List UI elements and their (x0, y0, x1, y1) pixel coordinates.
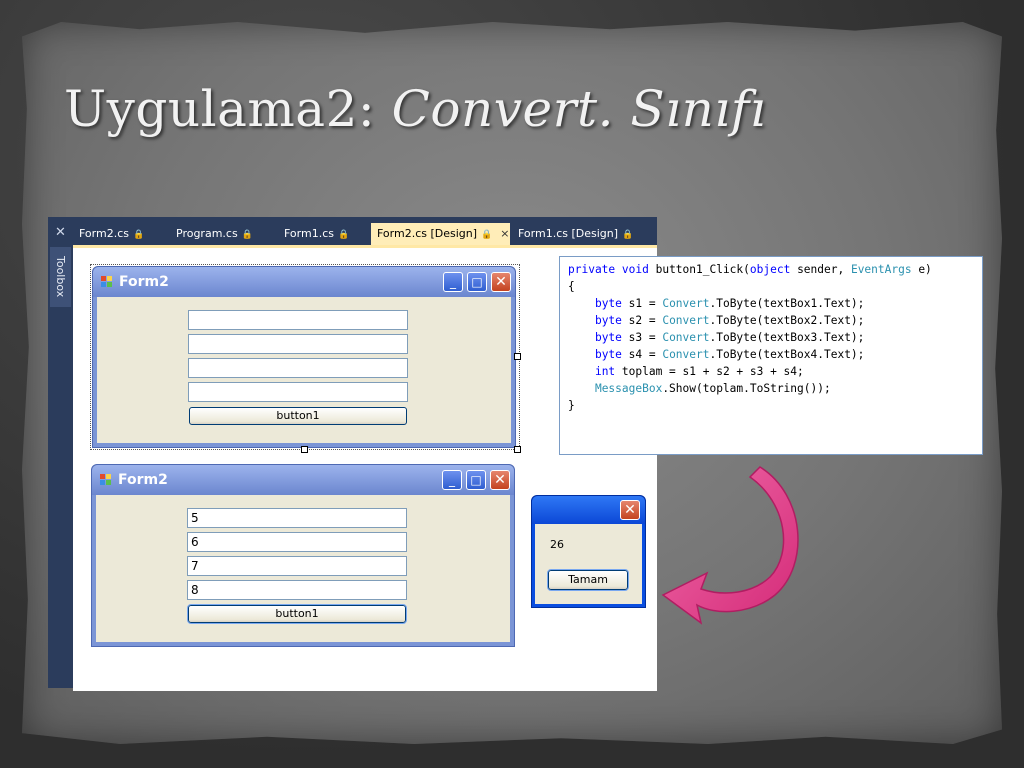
code-line: byte s1 = Convert.ToByte(textBox1.Text); (594, 297, 865, 310)
toolbox-icon[interactable]: ✕ (52, 225, 69, 242)
code-snippet: private void button1_Click(object sender… (559, 256, 983, 455)
textbox-3[interactable] (188, 358, 408, 378)
form-app-icon (101, 276, 113, 288)
code-line: { (568, 280, 575, 293)
code-line: byte s4 = Convert.ToByte(textBox4.Text); (594, 348, 865, 361)
button1[interactable]: button1 (189, 407, 407, 425)
message-text: 26 (550, 538, 564, 551)
form-titlebar[interactable]: Form2 _ □ ✕ (92, 465, 514, 495)
tab-label: Form2.cs [Design] (377, 227, 478, 240)
code-line: } (568, 399, 575, 412)
close-button[interactable]: ✕ (620, 500, 640, 520)
maximize-button[interactable]: □ (467, 272, 487, 292)
textbox-2[interactable] (188, 334, 408, 354)
resize-handle-right[interactable] (514, 353, 521, 360)
message-box-titlebar[interactable]: ✕ (532, 496, 645, 524)
tab-label: Program.cs (176, 227, 238, 240)
tab-label: Form2.cs (79, 227, 129, 240)
code-line: private void button1_Click(object sender… (568, 263, 932, 276)
tab-label: Form1.cs (284, 227, 334, 240)
lock-icon: 🔒 (241, 230, 253, 240)
form-client-area: button1 (97, 297, 511, 443)
code-line: int toplam = s1 + s2 + s3 + s4; (594, 365, 804, 378)
textbox-4[interactable]: 8 (187, 580, 407, 600)
toolbox-tab[interactable]: Toolbox (50, 247, 71, 307)
tab-program-cs[interactable]: Program.cs 🔒 (170, 223, 276, 245)
runtime-form-window[interactable]: Form2 _ □ ✕ 5 6 7 8 button1 (91, 464, 515, 647)
minimize-button[interactable]: _ (443, 272, 463, 292)
form-title: Form2 (119, 274, 169, 290)
tab-form1-cs[interactable]: Form1.cs 🔒 (278, 223, 369, 245)
resize-handle-corner[interactable] (514, 446, 521, 453)
textbox-3[interactable]: 7 (187, 556, 407, 576)
form-titlebar[interactable]: Form2 _ □ ✕ (93, 267, 515, 297)
tab-label: Form1.cs [Design] (518, 227, 619, 240)
lock-icon: 🔒 (132, 230, 145, 240)
textbox-1[interactable]: 5 (187, 508, 407, 528)
code-line: byte s3 = Convert.ToByte(textBox3.Text); (594, 331, 865, 344)
lock-icon: 🔒 (622, 230, 634, 240)
lock-icon: 🔒 (481, 230, 493, 240)
tab-form2-cs[interactable]: Form2.cs 🔒 (73, 223, 168, 245)
ok-button[interactable]: Tamam (547, 569, 629, 591)
resize-handle-bottom[interactable] (301, 446, 308, 453)
textbox-4[interactable] (188, 382, 408, 402)
code-line: MessageBox.Show(toplam.ToString()); (594, 382, 831, 395)
textbox-1[interactable] (188, 310, 408, 330)
document-tab-bar: Form2.cs 🔒 Program.cs 🔒 Form1.cs 🔒 Form2.cs… (73, 217, 657, 245)
close-button[interactable]: ✕ (490, 470, 510, 490)
design-form-window[interactable]: Form2 _ □ ✕ button1 (92, 266, 516, 448)
curved-arrow-icon (661, 466, 799, 625)
textbox-2[interactable]: 6 (187, 532, 407, 552)
close-tab-icon[interactable]: × (500, 227, 509, 240)
button1[interactable]: button1 (187, 604, 407, 624)
form-app-icon (100, 474, 112, 486)
slide-title: Uygulama2: Convert. Sınıfı (64, 80, 767, 138)
toolbox-strip: ✕ Toolbox (48, 217, 73, 688)
close-button[interactable]: ✕ (491, 272, 511, 292)
message-box-body: 26 Tamam (535, 524, 642, 604)
tab-form1-design[interactable]: Form1.cs [Design] 🔒 (512, 223, 642, 245)
form-client-area: 5 6 7 8 button1 (96, 495, 510, 642)
message-box-window[interactable]: ✕ 26 Tamam (531, 495, 646, 608)
form-title: Form2 (118, 472, 168, 488)
lock-icon: 🔒 (337, 230, 350, 240)
tab-form2-design[interactable]: Form2.cs [Design] 🔒 × (371, 223, 510, 245)
minimize-button[interactable]: _ (442, 470, 462, 490)
maximize-button[interactable]: □ (466, 470, 486, 490)
code-line: byte s2 = Convert.ToByte(textBox2.Text); (594, 314, 865, 327)
